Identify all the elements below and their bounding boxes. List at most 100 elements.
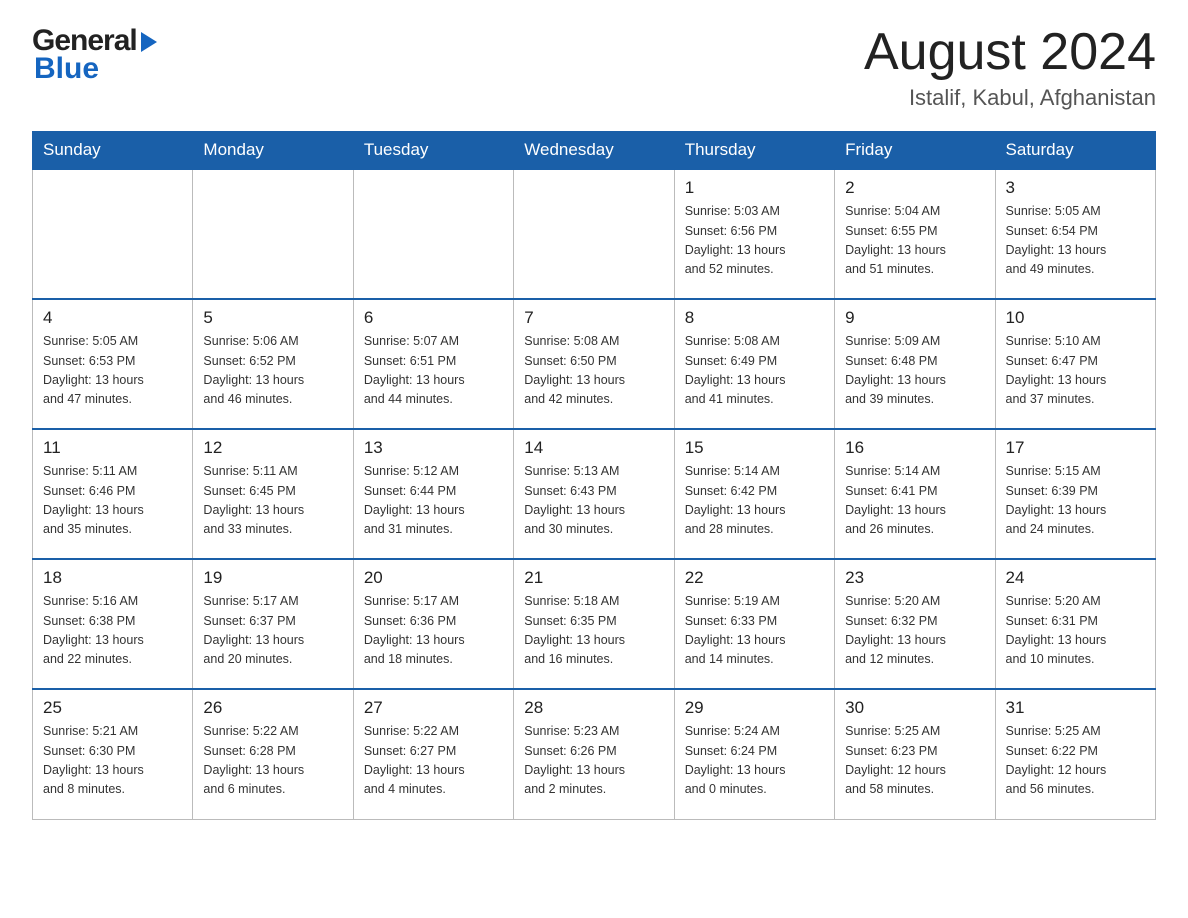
calendar-cell: 13Sunrise: 5:12 AMSunset: 6:44 PMDayligh…: [353, 429, 513, 559]
calendar-cell: 22 Sunrise: 5:19 AMSunset: 6:33 PMDayligh…: [674, 559, 834, 689]
month-title: August 2024: [864, 24, 1156, 81]
calendar-week-row: 18 Sunrise: 5:16 AMSunset: 6:38 PMDayligh…: [33, 559, 1156, 689]
day-info: Sunrise: 5:25 AMSunset: 6:22 PMDaylight:…: [1006, 722, 1145, 800]
calendar-week-row: 1Sunrise: 5:03 AMSunset: 6:56 PMDaylight…: [33, 169, 1156, 299]
day-info: Sunrise: 5:19 AMSunset: 6:33 PMDaylight:…: [685, 592, 824, 670]
calendar-cell: 14 Sunrise: 5:13 AMSunset: 6:43 PMDayligh…: [514, 429, 674, 559]
day-info: Sunrise: 5:10 AMSunset: 6:47 PMDaylight:…: [1006, 332, 1145, 410]
day-number: 31: [1006, 698, 1145, 718]
calendar-week-row: 4 Sunrise: 5:05 AMSunset: 6:53 PMDaylight…: [33, 299, 1156, 429]
day-number: 30: [845, 698, 984, 718]
day-number: 19: [203, 568, 342, 588]
day-info: Sunrise: 5:25 AMSunset: 6:23 PMDaylight:…: [845, 722, 984, 800]
calendar-header-row: SundayMondayTuesdayWednesdayThursdayFrid…: [33, 132, 1156, 170]
day-info: Sunrise: 5:20 AMSunset: 6:31 PMDaylight:…: [1006, 592, 1145, 670]
day-info: Sunrise: 5:09 AMSunset: 6:48 PMDaylight:…: [845, 332, 984, 410]
calendar-cell: 4 Sunrise: 5:05 AMSunset: 6:53 PMDaylight…: [33, 299, 193, 429]
day-info: Sunrise: 5:08 AMSunset: 6:50 PMDaylight:…: [524, 332, 663, 410]
calendar-cell: 9 Sunrise: 5:09 AMSunset: 6:48 PMDaylight…: [835, 299, 995, 429]
page-header: General Blue August 2024 Istalif, Kabul,…: [32, 24, 1156, 111]
calendar-cell: 24 Sunrise: 5:20 AMSunset: 6:31 PMDayligh…: [995, 559, 1155, 689]
calendar-cell: 21Sunrise: 5:18 AMSunset: 6:35 PMDayligh…: [514, 559, 674, 689]
day-info: Sunrise: 5:11 AMSunset: 6:46 PMDaylight:…: [43, 462, 182, 540]
day-number: 7: [524, 308, 663, 328]
day-number: 10: [1006, 308, 1145, 328]
calendar-cell: [353, 169, 513, 299]
day-number: 18: [43, 568, 182, 588]
calendar-header-thursday: Thursday: [674, 132, 834, 170]
calendar-header-monday: Monday: [193, 132, 353, 170]
calendar-week-row: 11 Sunrise: 5:11 AMSunset: 6:46 PMDayligh…: [33, 429, 1156, 559]
calendar-cell: 19 Sunrise: 5:17 AMSunset: 6:37 PMDayligh…: [193, 559, 353, 689]
day-number: 13: [364, 438, 503, 458]
day-info: Sunrise: 5:14 AMSunset: 6:42 PMDaylight:…: [685, 462, 824, 540]
day-info: Sunrise: 5:24 AMSunset: 6:24 PMDaylight:…: [685, 722, 824, 800]
calendar-header-saturday: Saturday: [995, 132, 1155, 170]
calendar-cell: 6 Sunrise: 5:07 AMSunset: 6:51 PMDaylight…: [353, 299, 513, 429]
calendar-header-tuesday: Tuesday: [353, 132, 513, 170]
calendar-cell: [514, 169, 674, 299]
day-number: 14: [524, 438, 663, 458]
day-number: 9: [845, 308, 984, 328]
day-number: 4: [43, 308, 182, 328]
day-number: 23: [845, 568, 984, 588]
day-info: Sunrise: 5:16 AMSunset: 6:38 PMDaylight:…: [43, 592, 182, 670]
day-info: Sunrise: 5:13 AMSunset: 6:43 PMDaylight:…: [524, 462, 663, 540]
logo-triangle-icon: [141, 32, 157, 52]
location-text: Istalif, Kabul, Afghanistan: [864, 85, 1156, 111]
day-info: Sunrise: 5:15 AMSunset: 6:39 PMDaylight:…: [1006, 462, 1145, 540]
day-info: Sunrise: 5:18 AMSunset: 6:35 PMDaylight:…: [524, 592, 663, 670]
calendar-header-friday: Friday: [835, 132, 995, 170]
day-number: 16: [845, 438, 984, 458]
day-number: 26: [203, 698, 342, 718]
day-info: Sunrise: 5:17 AMSunset: 6:36 PMDaylight:…: [364, 592, 503, 670]
day-number: 27: [364, 698, 503, 718]
calendar-cell: 1Sunrise: 5:03 AMSunset: 6:56 PMDaylight…: [674, 169, 834, 299]
day-number: 17: [1006, 438, 1145, 458]
day-number: 12: [203, 438, 342, 458]
day-info: Sunrise: 5:17 AMSunset: 6:37 PMDaylight:…: [203, 592, 342, 670]
calendar-cell: 31 Sunrise: 5:25 AMSunset: 6:22 PMDayligh…: [995, 689, 1155, 819]
day-info: Sunrise: 5:21 AMSunset: 6:30 PMDaylight:…: [43, 722, 182, 800]
calendar-cell: 15Sunrise: 5:14 AMSunset: 6:42 PMDayligh…: [674, 429, 834, 559]
day-info: Sunrise: 5:04 AMSunset: 6:55 PMDaylight:…: [845, 202, 984, 280]
calendar-week-row: 25 Sunrise: 5:21 AMSunset: 6:30 PMDayligh…: [33, 689, 1156, 819]
calendar-cell: 11 Sunrise: 5:11 AMSunset: 6:46 PMDayligh…: [33, 429, 193, 559]
calendar-cell: 25 Sunrise: 5:21 AMSunset: 6:30 PMDayligh…: [33, 689, 193, 819]
day-number: 6: [364, 308, 503, 328]
day-info: Sunrise: 5:08 AMSunset: 6:49 PMDaylight:…: [685, 332, 824, 410]
calendar-cell: 2 Sunrise: 5:04 AMSunset: 6:55 PMDaylight…: [835, 169, 995, 299]
day-info: Sunrise: 5:07 AMSunset: 6:51 PMDaylight:…: [364, 332, 503, 410]
day-number: 3: [1006, 178, 1145, 198]
calendar-cell: 7 Sunrise: 5:08 AMSunset: 6:50 PMDaylight…: [514, 299, 674, 429]
calendar-cell: 23Sunrise: 5:20 AMSunset: 6:32 PMDayligh…: [835, 559, 995, 689]
day-number: 8: [685, 308, 824, 328]
calendar-cell: 5 Sunrise: 5:06 AMSunset: 6:52 PMDaylight…: [193, 299, 353, 429]
calendar-cell: [193, 169, 353, 299]
day-info: Sunrise: 5:22 AMSunset: 6:28 PMDaylight:…: [203, 722, 342, 800]
day-info: Sunrise: 5:23 AMSunset: 6:26 PMDaylight:…: [524, 722, 663, 800]
day-number: 5: [203, 308, 342, 328]
calendar-table: SundayMondayTuesdayWednesdayThursdayFrid…: [32, 131, 1156, 820]
day-info: Sunrise: 5:11 AMSunset: 6:45 PMDaylight:…: [203, 462, 342, 540]
logo-text-blue: Blue: [34, 52, 157, 86]
day-number: 29: [685, 698, 824, 718]
day-number: 11: [43, 438, 182, 458]
day-number: 2: [845, 178, 984, 198]
day-info: Sunrise: 5:22 AMSunset: 6:27 PMDaylight:…: [364, 722, 503, 800]
day-info: Sunrise: 5:05 AMSunset: 6:53 PMDaylight:…: [43, 332, 182, 410]
day-number: 22: [685, 568, 824, 588]
day-info: Sunrise: 5:14 AMSunset: 6:41 PMDaylight:…: [845, 462, 984, 540]
calendar-cell: [33, 169, 193, 299]
calendar-cell: 30 Sunrise: 5:25 AMSunset: 6:23 PMDayligh…: [835, 689, 995, 819]
calendar-cell: 20Sunrise: 5:17 AMSunset: 6:36 PMDayligh…: [353, 559, 513, 689]
calendar-cell: 3Sunrise: 5:05 AMSunset: 6:54 PMDaylight…: [995, 169, 1155, 299]
calendar-cell: 8 Sunrise: 5:08 AMSunset: 6:49 PMDaylight…: [674, 299, 834, 429]
day-number: 24: [1006, 568, 1145, 588]
day-number: 25: [43, 698, 182, 718]
calendar-cell: 27 Sunrise: 5:22 AMSunset: 6:27 PMDayligh…: [353, 689, 513, 819]
title-block: August 2024 Istalif, Kabul, Afghanistan: [864, 24, 1156, 111]
calendar-cell: 17 Sunrise: 5:15 AMSunset: 6:39 PMDayligh…: [995, 429, 1155, 559]
day-info: Sunrise: 5:06 AMSunset: 6:52 PMDaylight:…: [203, 332, 342, 410]
calendar-cell: 29 Sunrise: 5:24 AMSunset: 6:24 PMDayligh…: [674, 689, 834, 819]
